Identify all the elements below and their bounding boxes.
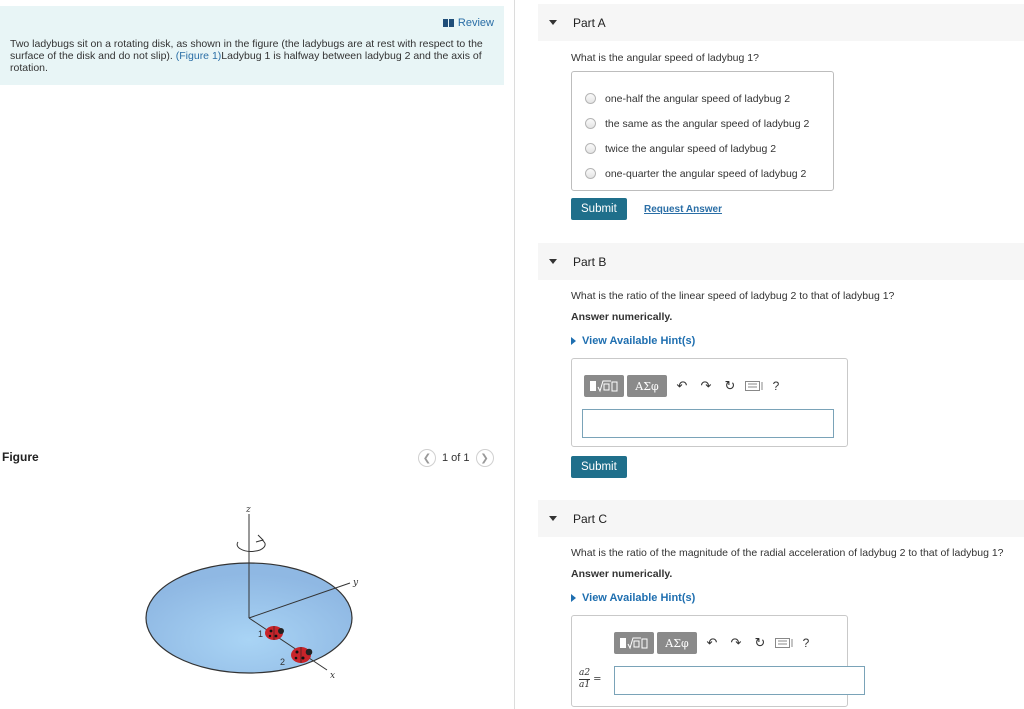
part-c-answer-input[interactable] — [614, 666, 865, 695]
undo-icon[interactable]: ↶ — [670, 375, 694, 397]
part-a-choices: one-half the angular speed of ladybug 2 … — [571, 71, 834, 191]
expand-arrow-icon — [571, 337, 576, 345]
help-icon[interactable]: ? — [766, 375, 786, 397]
redo-icon[interactable]: ↷ — [694, 375, 718, 397]
math-toolbar: ΑΣφ ↶ ↷ ↻ ? — [584, 375, 786, 397]
pager-text: 1 of 1 — [442, 452, 470, 464]
problem-statement: Two ladybugs sit on a rotating disk, as … — [10, 38, 483, 74]
part-a-title: Part A — [573, 15, 606, 30]
part-b-answer-editor: ΑΣφ ↶ ↷ ↻ ? — [571, 358, 848, 447]
y-label: y — [352, 578, 359, 588]
figure-heading: Figure — [2, 450, 39, 464]
radio-button[interactable] — [585, 168, 596, 179]
equals-sign: = — [593, 674, 602, 685]
math-toolbar: ΑΣφ ↶ ↷ ↻ ? — [614, 632, 816, 654]
collapse-triangle-icon — [549, 20, 557, 25]
help-icon[interactable]: ? — [796, 632, 816, 654]
greek-symbols-button[interactable]: ΑΣφ — [627, 375, 667, 397]
templates-button[interactable] — [584, 375, 624, 397]
z-label: z — [245, 505, 251, 515]
redo-icon[interactable]: ↷ — [724, 632, 748, 654]
keyboard-icon[interactable] — [772, 632, 796, 654]
problem-panel: Review Two ladybugs sit on a rotating di… — [0, 0, 514, 709]
ladybug-2-label: 2 — [280, 657, 285, 667]
radio-button[interactable] — [585, 93, 596, 104]
part-b-answer-input[interactable] — [582, 409, 834, 438]
part-b-instruction: Answer numerically. — [571, 311, 673, 323]
part-b-hint-toggle[interactable]: View Available Hint(s) — [571, 335, 695, 347]
review-link[interactable]: Review — [442, 17, 494, 29]
request-answer-link[interactable]: Request Answer — [644, 204, 722, 215]
greek-symbols-button[interactable]: ΑΣφ — [657, 632, 697, 654]
part-b-question: What is the ratio of the linear speed of… — [571, 290, 895, 302]
review-label: Review — [457, 17, 494, 29]
part-a-question: What is the angular speed of ladybug 1? — [571, 52, 759, 64]
templates-button[interactable] — [614, 632, 654, 654]
keyboard-icon[interactable] — [742, 375, 766, 397]
ratio-numerator: a2 — [579, 668, 591, 678]
radio-button[interactable] — [585, 118, 596, 129]
part-b-title: Part B — [573, 254, 607, 269]
ladybug-disk-figure: z y x 1 2 — [145, 505, 359, 681]
rotation-arrow — [236, 539, 266, 552]
panel-divider — [514, 0, 515, 709]
ladybug-1-label: 1 — [258, 629, 263, 639]
part-c-question: What is the ratio of the magnitude of th… — [571, 547, 1004, 559]
radio-button[interactable] — [585, 143, 596, 154]
part-c-answer-editor: ΑΣφ ↶ ↷ ↻ ? — [571, 615, 865, 707]
reset-icon[interactable]: ↻ — [718, 375, 742, 397]
part-c-instruction: Answer numerically. — [571, 568, 673, 580]
ratio-label: a2 a1 = — [579, 669, 601, 690]
part-c-title: Part C — [573, 511, 608, 526]
templates-icon — [620, 637, 648, 650]
choice-option[interactable]: one-half the angular speed of ladybug 2 — [572, 86, 833, 111]
part-c-hint-toggle[interactable]: View Available Hint(s) — [571, 592, 695, 604]
templates-icon — [590, 380, 618, 393]
choice-option[interactable]: one-quarter the angular speed of ladybug… — [572, 161, 833, 186]
figure-pager: ❮ 1 of 1 ❯ — [418, 449, 494, 467]
prev-figure-button[interactable]: ❮ — [418, 449, 436, 467]
problem-intro: Review Two ladybugs sit on a rotating di… — [0, 6, 504, 85]
ratio-denominator: a1 — [579, 680, 591, 690]
part-a-submit-button[interactable]: Submit — [571, 198, 627, 220]
reset-icon[interactable]: ↻ — [748, 632, 772, 654]
part-b-header[interactable]: Part B — [538, 243, 1024, 280]
book-icon — [442, 19, 454, 27]
figure-link[interactable]: (Figure 1) — [176, 50, 222, 62]
choice-option[interactable]: the same as the angular speed of ladybug… — [572, 111, 833, 136]
part-a-header[interactable]: Part A — [538, 4, 1024, 41]
collapse-triangle-icon — [549, 259, 557, 264]
next-figure-button[interactable]: ❯ — [475, 449, 494, 467]
part-b-submit-button[interactable]: Submit — [571, 456, 627, 478]
undo-icon[interactable]: ↶ — [700, 632, 724, 654]
choice-option[interactable]: twice the angular speed of ladybug 2 — [572, 136, 833, 161]
expand-arrow-icon — [571, 594, 576, 602]
x-label: x — [330, 671, 335, 681]
part-c-header[interactable]: Part C — [538, 500, 1024, 537]
collapse-triangle-icon — [549, 516, 557, 521]
